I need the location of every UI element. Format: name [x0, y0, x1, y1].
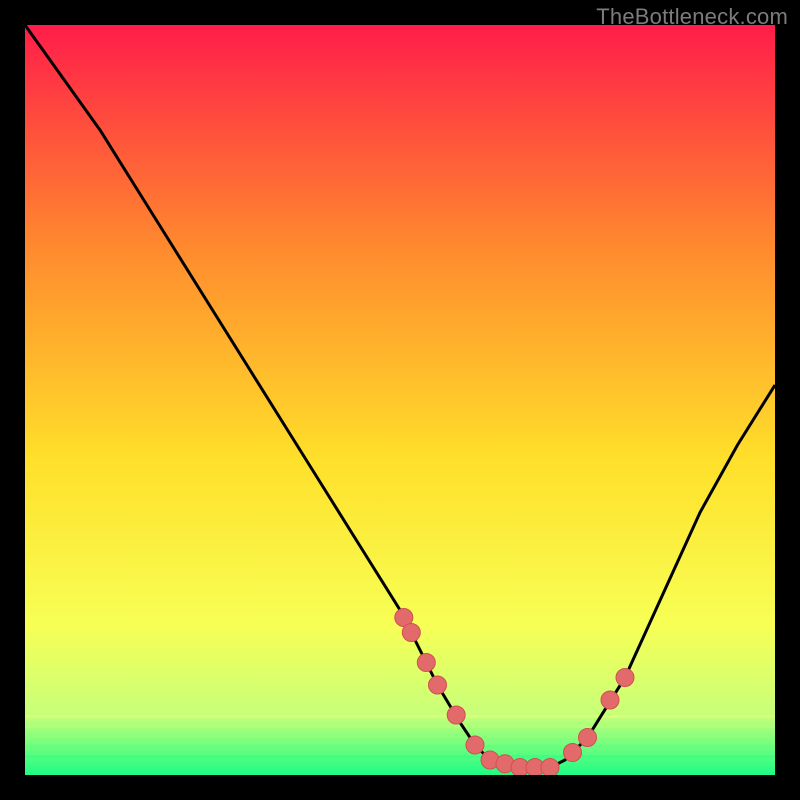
- scatter-dot: [564, 744, 582, 762]
- scatter-dot: [541, 759, 559, 776]
- scatter-dot: [466, 736, 484, 754]
- band-5: [25, 755, 775, 758]
- scatter-dot: [402, 624, 420, 642]
- scatter-dot: [429, 676, 447, 694]
- band-3: [25, 735, 775, 738]
- scatter-dot: [447, 706, 465, 724]
- band-2: [25, 725, 775, 728]
- scatter-dot: [601, 691, 619, 709]
- scatter-dot: [417, 654, 435, 672]
- scatter-dot: [616, 669, 634, 687]
- band-4: [25, 745, 775, 748]
- chart-frame: TheBottleneck.com: [0, 0, 800, 800]
- scatter-dot: [579, 729, 597, 747]
- gradient-background: [25, 25, 775, 775]
- band-1: [25, 715, 775, 718]
- plot-area: [25, 25, 775, 775]
- chart-svg: [25, 25, 775, 775]
